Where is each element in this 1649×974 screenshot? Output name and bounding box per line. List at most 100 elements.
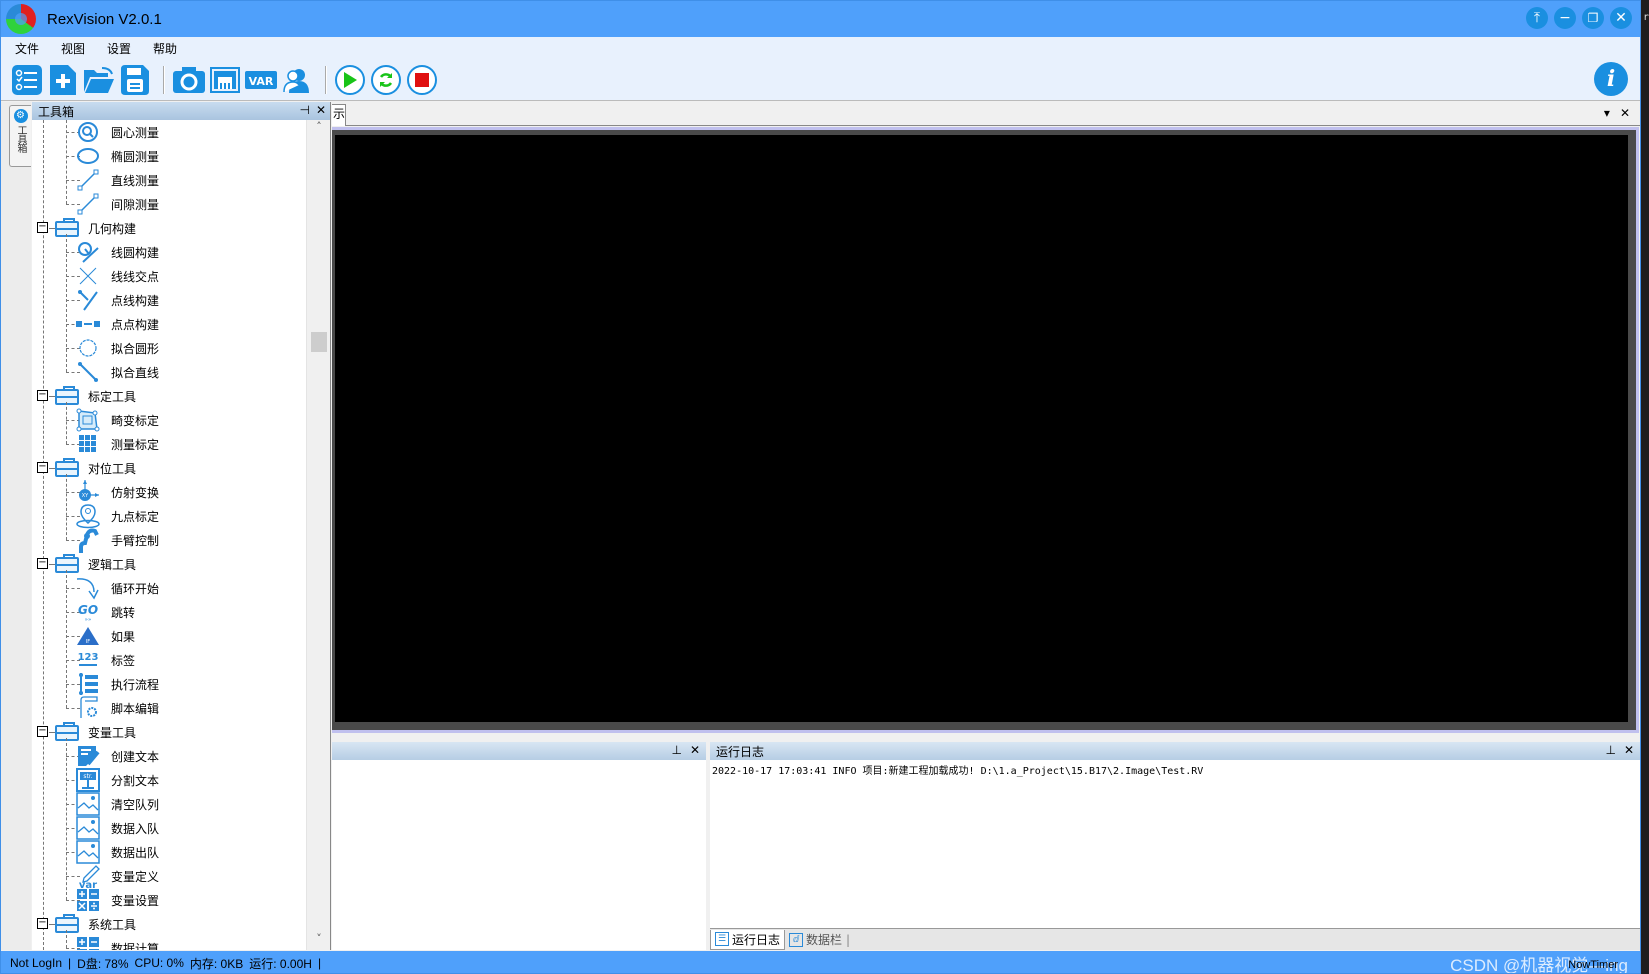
info-button[interactable]: i xyxy=(1594,62,1628,96)
menu-view[interactable]: 视图 xyxy=(61,40,85,57)
tool-item[interactable]: 数据入队 xyxy=(32,816,302,840)
collapse-toggle[interactable]: − xyxy=(37,918,48,929)
tool-item[interactable]: 手臂控制 xyxy=(32,528,302,553)
pin-icon[interactable]: ⊣ xyxy=(299,103,309,117)
camera-button[interactable] xyxy=(173,64,205,96)
scroll-up-icon[interactable]: ˄ xyxy=(307,120,331,138)
list-icon xyxy=(12,64,42,95)
image-source-button[interactable] xyxy=(209,64,241,96)
pin-icon[interactable]: ⊥ xyxy=(1605,743,1615,757)
tool-item[interactable]: 九点标定 xyxy=(32,504,302,529)
calculator-icon xyxy=(76,937,100,950)
stop-button[interactable] xyxy=(407,64,437,95)
collapse-toggle[interactable]: − xyxy=(37,726,48,737)
tree-category[interactable]: − 逻辑工具 xyxy=(32,552,302,576)
run-button[interactable] xyxy=(335,64,365,95)
pin-top-button[interactable]: ⤒ xyxy=(1526,7,1548,29)
tree-category[interactable]: − 几何构建 xyxy=(32,216,302,240)
tool-item-label: 如果 xyxy=(111,629,136,644)
tool-item[interactable]: 线线交点 xyxy=(32,264,302,288)
save-button[interactable] xyxy=(119,64,151,96)
tree-branch-line xyxy=(66,570,67,708)
tree-category[interactable]: − 对位工具 xyxy=(32,456,302,480)
toolbox-side-tab[interactable]: ⚙ 工具箱 xyxy=(9,105,31,167)
tree-category[interactable]: − 变量工具 xyxy=(32,720,302,744)
tool-item[interactable]: 拟合圆形 xyxy=(32,336,302,360)
tab-separator: | xyxy=(846,932,851,947)
save-icon xyxy=(121,64,149,95)
tree-branch-line xyxy=(66,738,67,900)
close-document-icon[interactable]: ✕ xyxy=(1620,106,1630,120)
tool-item[interactable]: 间隙测量 xyxy=(32,192,302,216)
pin-icon[interactable]: ⊥ xyxy=(671,743,681,757)
tab-run-log[interactable]: ☰ 运行日志 xyxy=(710,929,786,950)
tool-item[interactable]: GO»» 跳转 xyxy=(32,600,302,624)
line-measure-icon xyxy=(76,169,100,191)
log-list: 2022-10-17 17:03:41 INFO 项目:新建工程加载成功! D:… xyxy=(710,760,1640,777)
close-button[interactable]: ✕ xyxy=(1610,7,1632,29)
tool-item[interactable]: 变量设置 xyxy=(32,888,302,912)
robot-arm-icon xyxy=(76,528,100,553)
menu-file[interactable]: 文件 xyxy=(15,40,39,57)
tool-item[interactable]: IF 如果 xyxy=(32,624,302,648)
restore-button[interactable]: ❐ xyxy=(1582,7,1604,29)
tool-item[interactable]: 圆心测量 xyxy=(32,120,302,144)
info-icon: i xyxy=(1606,66,1616,92)
tool-item[interactable]: 直线测量 xyxy=(32,168,302,192)
document-tab[interactable]: 示 xyxy=(332,104,346,126)
tool-item[interactable]: 拟合直线 xyxy=(32,360,302,384)
loop-run-button[interactable] xyxy=(371,64,401,95)
tool-item[interactable]: 创建文本 xyxy=(32,744,302,768)
tool-item[interactable]: 点线构建 xyxy=(32,288,302,312)
now-timer: NowTimer xyxy=(1568,959,1618,971)
tool-item[interactable]: 123 标签 xyxy=(32,648,302,672)
scroll-down-icon[interactable]: ˅ xyxy=(307,932,331,950)
status-separator: | xyxy=(317,956,322,970)
tool-item[interactable]: 测量标定 xyxy=(32,432,302,456)
restore-icon: ❐ xyxy=(1587,11,1599,25)
tool-item[interactable]: 线圆构建 xyxy=(32,240,302,264)
title-bar[interactable]: RexVision V2.0.1 ⤒ − ❐ ✕ xyxy=(1,1,1640,37)
tab-data-bar[interactable]: ⅆ 数据栏 xyxy=(785,930,846,950)
new-button[interactable] xyxy=(47,64,79,96)
tool-item[interactable]: 数据计算 xyxy=(32,936,302,950)
tool-item[interactable]: 畸变标定 xyxy=(32,408,302,432)
tool-item[interactable]: 数据出队 xyxy=(32,840,302,864)
app-logo-icon xyxy=(6,4,36,34)
tool-item[interactable]: XY 仿射变换 xyxy=(32,480,302,504)
toolbox-category-icon xyxy=(55,458,79,477)
collapse-toggle[interactable]: − xyxy=(37,222,48,233)
fit-line-icon xyxy=(76,361,100,383)
user-button[interactable] xyxy=(281,64,313,96)
tree-category[interactable]: − 系统工具 xyxy=(32,912,302,936)
gap-measure-icon xyxy=(76,193,100,215)
go-icon: GO»» xyxy=(76,601,100,623)
collapse-toggle[interactable]: − xyxy=(37,558,48,569)
close-panel-icon[interactable]: ✕ xyxy=(316,103,326,117)
dropdown-icon[interactable]: ▾ xyxy=(1604,106,1610,120)
minimize-button[interactable]: − xyxy=(1554,7,1576,29)
tool-item-label: 线圆构建 xyxy=(111,245,160,260)
toolbox-scrollbar[interactable]: ˄ ˅ xyxy=(306,120,330,950)
close-panel-icon[interactable]: ✕ xyxy=(1624,743,1634,757)
menu-settings[interactable]: 设置 xyxy=(107,40,131,57)
tool-item[interactable]: 脚本编辑 xyxy=(32,696,302,720)
image-canvas[interactable] xyxy=(335,135,1628,722)
var-button[interactable]: VAR xyxy=(245,64,277,96)
tool-item[interactable]: 执行流程 xyxy=(32,672,302,696)
tool-item[interactable]: 清空队列 xyxy=(32,792,302,816)
tool-item[interactable]: 循环开始 xyxy=(32,576,302,600)
tool-item[interactable]: 椭圆测量 xyxy=(32,144,302,168)
open-button[interactable] xyxy=(83,64,115,96)
collapse-toggle[interactable]: − xyxy=(37,390,48,401)
collapse-toggle[interactable]: − xyxy=(37,462,48,473)
tool-item[interactable]: var 变量定义 xyxy=(32,864,302,888)
menu-help[interactable]: 帮助 xyxy=(153,40,177,57)
scroll-thumb[interactable] xyxy=(311,332,327,352)
tool-item[interactable]: 点点构建 xyxy=(32,312,302,336)
tool-item[interactable]: str. 分割文本 xyxy=(32,768,302,792)
close-panel-icon[interactable]: ✕ xyxy=(690,743,700,757)
svg-text:XY: XY xyxy=(82,493,89,499)
process-list-button[interactable] xyxy=(11,64,43,96)
tree-category[interactable]: − 标定工具 xyxy=(32,384,302,408)
